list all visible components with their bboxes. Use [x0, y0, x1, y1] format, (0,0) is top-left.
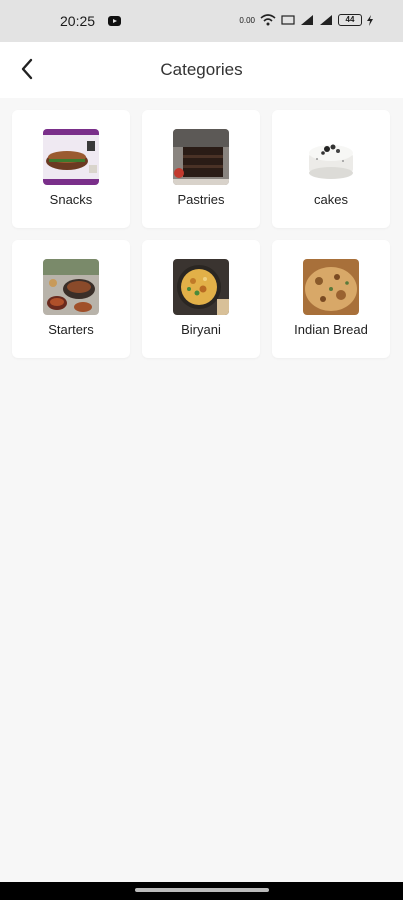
snacks-image	[43, 129, 99, 185]
battery-icon: 44	[338, 14, 362, 26]
status-time: 20:25	[60, 13, 96, 29]
system-navigation-bar	[0, 882, 403, 900]
category-label: Pastries	[177, 192, 225, 207]
category-card-pastries[interactable]: Pastries	[142, 110, 260, 228]
youtube-notification-icon	[108, 16, 121, 26]
volte-icon	[281, 15, 295, 25]
starters-image	[43, 259, 99, 315]
page-title: Categories	[160, 60, 243, 79]
category-card-starters[interactable]: Starters	[12, 240, 130, 358]
category-label: cakes	[314, 192, 348, 207]
wifi-icon	[260, 14, 276, 26]
home-indicator[interactable]	[135, 888, 269, 892]
network-speed: 0.00	[239, 15, 255, 25]
charging-icon	[367, 14, 373, 26]
category-card-biryani[interactable]: Biryani	[142, 240, 260, 358]
category-label: Starters	[48, 322, 94, 337]
indian-bread-image	[303, 259, 359, 315]
category-label: Indian Bread	[294, 322, 368, 337]
category-card-snacks[interactable]: Snacks	[12, 110, 130, 228]
status-icons: 0.00 44	[239, 14, 373, 26]
category-grid: Snacks Pastries cakes Starters Biryani I…	[12, 110, 392, 358]
category-label: Snacks	[49, 192, 93, 207]
status-bar: 20:25 0.00 44	[0, 0, 403, 42]
biryani-image	[173, 259, 229, 315]
cakes-image	[303, 129, 359, 185]
app-bar: Categories	[0, 42, 403, 98]
category-card-cakes[interactable]: cakes	[272, 110, 390, 228]
signal-icon-1	[301, 15, 313, 25]
pastries-image	[173, 129, 229, 185]
category-label: Biryani	[181, 322, 221, 337]
category-card-indian-bread[interactable]: Indian Bread	[272, 240, 390, 358]
signal-icon-2	[320, 15, 332, 25]
